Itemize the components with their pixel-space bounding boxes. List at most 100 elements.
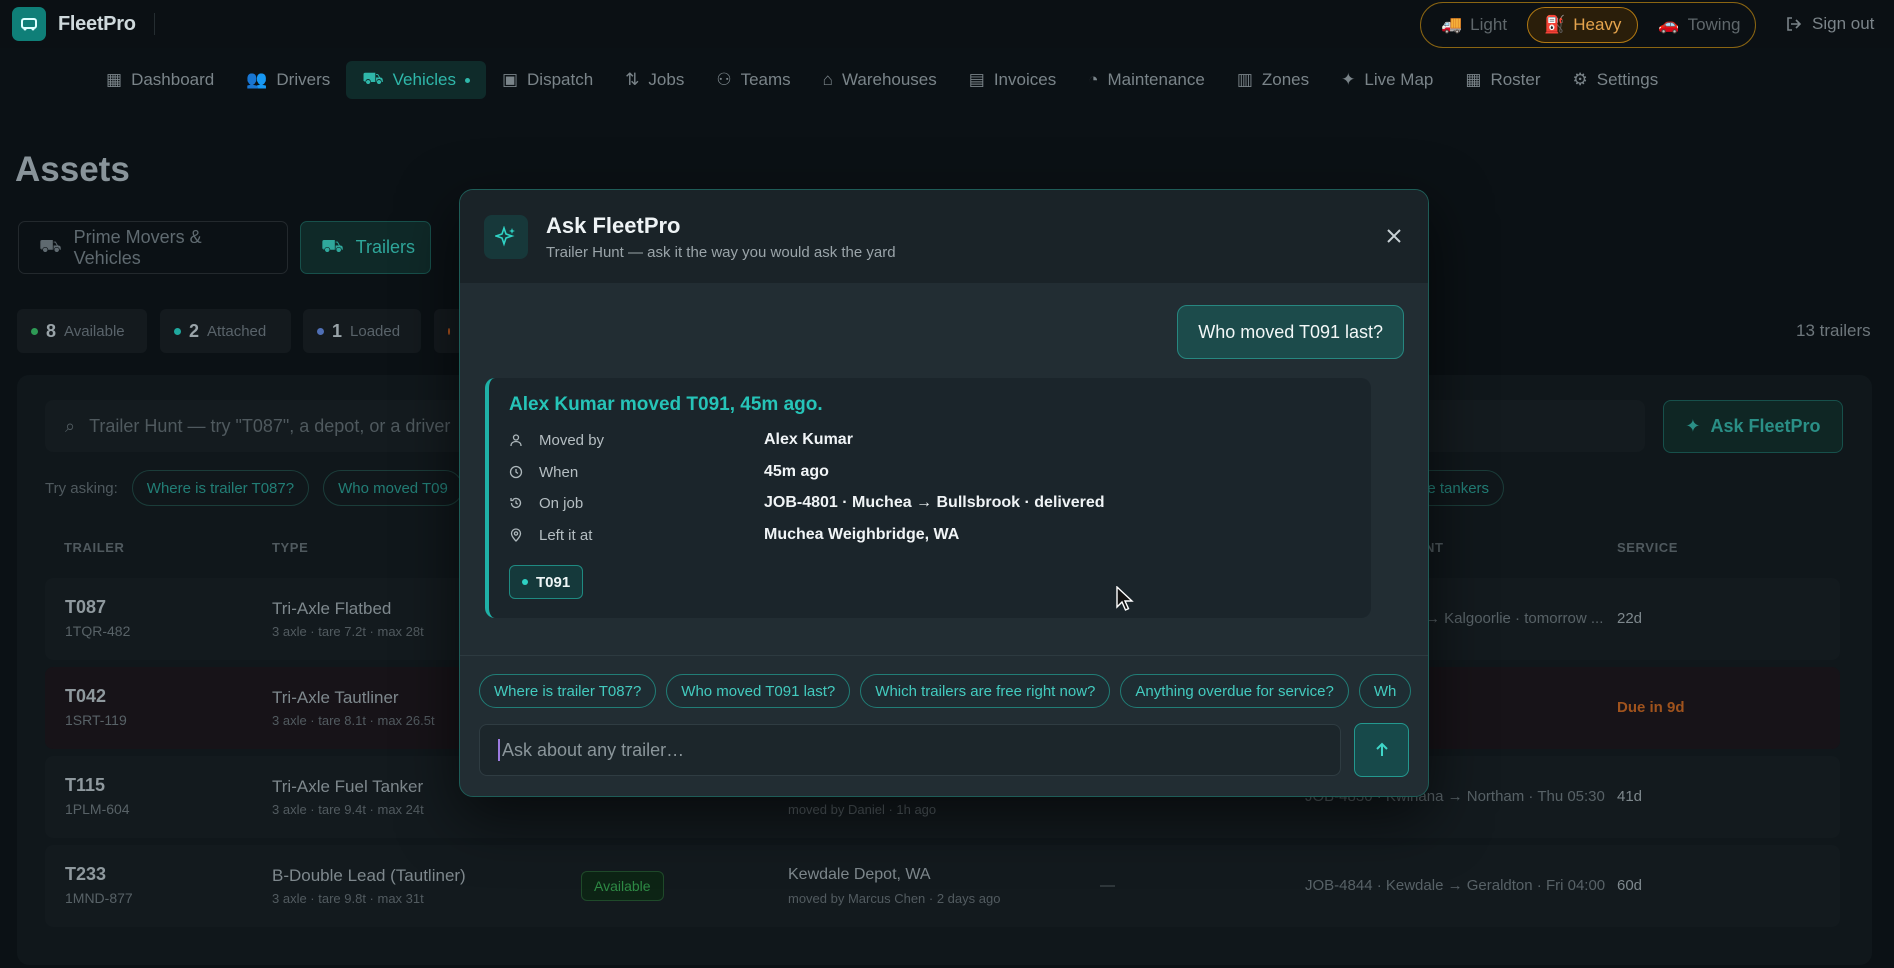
- grid-icon: ▦: [106, 70, 123, 89]
- mode-towing[interactable]: 🚗 Towing: [1642, 7, 1756, 43]
- nav-label: Live Map: [1364, 70, 1434, 89]
- suggestion-chip[interactable]: Which trailers are free right now?: [860, 674, 1111, 708]
- nav-label: Settings: [1596, 70, 1659, 89]
- nav-drivers[interactable]: 👥 Drivers: [230, 61, 346, 99]
- pin-icon: [509, 528, 525, 542]
- status-chip-available[interactable]: 8 Available: [17, 309, 147, 353]
- nav-vehicles[interactable]: ⛟ Vehicles: [346, 61, 486, 99]
- dialog-divider: [460, 655, 1428, 656]
- nav-label: Maintenance: [1107, 70, 1205, 89]
- suggestion-chip[interactable]: Anything overdue for service?: [1120, 674, 1349, 708]
- suggestion-chip[interactable]: Who moved T091 last?: [666, 674, 851, 708]
- trailer-tag[interactable]: T091: [509, 565, 584, 599]
- nav-label: Vehicles: [392, 70, 456, 89]
- service-due: 41d: [1617, 788, 1643, 805]
- nav-label: Jobs: [648, 70, 685, 89]
- column-header-type[interactable]: TYPE: [272, 540, 308, 555]
- status-dot: [174, 327, 181, 335]
- fact-when: When 45m ago: [509, 463, 829, 481]
- mode-towing-label: Towing: [1687, 15, 1741, 34]
- route-icon: ⇅: [625, 70, 640, 89]
- close-icon[interactable]: [1382, 224, 1406, 248]
- nav-label: Teams: [740, 70, 791, 89]
- tab-trailers[interactable]: ⛟ Trailers: [300, 221, 431, 274]
- status-badge: Available: [581, 871, 664, 901]
- person-icon: [509, 433, 525, 447]
- trailer-plate: 1TQR-482: [65, 623, 131, 639]
- service-due: 22d: [1617, 610, 1643, 627]
- nav-dispatch[interactable]: ▣ Dispatch: [486, 61, 609, 99]
- chip-label: Loaded: [350, 322, 401, 340]
- search-placeholder: Trailer Hunt — try "T087", a depot, or a…: [89, 415, 451, 436]
- text-caret: [498, 739, 500, 761]
- fuel-pump-icon: ⛽: [1544, 15, 1566, 34]
- sign-out-button[interactable]: Sign out: [1786, 14, 1874, 34]
- tab-prime-movers[interactable]: ⛟ Prime Movers & Vehicles: [18, 221, 288, 274]
- page-title: Assets: [15, 150, 130, 189]
- ask-fleetpro-button[interactable]: ✦ Ask FleetPro: [1663, 400, 1843, 453]
- try-asking-row: Try asking: Where is trailer T087? Who m…: [45, 470, 463, 506]
- ask-input[interactable]: Ask about any trailer…: [479, 724, 1341, 776]
- mode-heavy[interactable]: ⛽ Heavy: [1527, 7, 1639, 43]
- nav-warehouses[interactable]: ⌂ Warehouses: [807, 61, 953, 99]
- status-dot: [448, 327, 450, 335]
- trailer-id: T087: [65, 597, 107, 617]
- column-header-trailer[interactable]: TRAILER: [64, 540, 125, 555]
- chip-count: 8: [46, 320, 57, 341]
- logout-icon: [1787, 17, 1802, 31]
- brand-name: FleetPro: [58, 12, 136, 35]
- mode-light[interactable]: 🚚 Light: [1425, 7, 1523, 43]
- status-dot: [31, 327, 38, 335]
- vehicle-icon: ⛟: [39, 235, 62, 256]
- fleetpro-logo[interactable]: [12, 7, 46, 41]
- calendar-icon: ▦: [1465, 70, 1482, 89]
- dialog-subtitle: Trailer Hunt — ask it the way you would …: [546, 243, 896, 261]
- search-icon: ⌕: [65, 415, 76, 436]
- fact-key: Left it at: [539, 526, 593, 544]
- suggestion-chip[interactable]: Wh: [1358, 674, 1411, 708]
- try-chip[interactable]: Who moved T09: [323, 470, 463, 506]
- try-chip[interactable]: Where is trailer T087?: [131, 470, 310, 506]
- nav-roster[interactable]: ▦ Roster: [1449, 61, 1556, 99]
- column-header-service[interactable]: SERVICE: [1617, 540, 1678, 555]
- nav-label: Warehouses: [841, 70, 937, 89]
- trailer-spec: 3 axle · tare 8.1t · max 26.5t: [272, 713, 435, 728]
- nav-label: Invoices: [993, 70, 1057, 89]
- nav-maintenance[interactable]: ◔ Maintenance: [1072, 61, 1221, 99]
- location-sub: moved by Daniel · 1h ago: [788, 802, 937, 817]
- fact-key: When: [539, 463, 579, 481]
- package-icon: ▣: [501, 70, 519, 89]
- trailer-spec: 3 axle · tare 7.2t · max 28t: [272, 624, 424, 639]
- trailer-plate: 1PLM-604: [65, 801, 130, 817]
- trailer-plate: 1MND-877: [65, 890, 133, 906]
- trailer-tag-label: T091: [536, 573, 571, 591]
- nav-dashboard[interactable]: ▦ Dashboard: [90, 61, 230, 99]
- ask-button-label: Ask FleetPro: [1710, 416, 1821, 436]
- fact-key: Moved by: [539, 431, 605, 449]
- tab-label: Trailers: [355, 237, 415, 257]
- status-chip-loaded[interactable]: 1 Loaded: [303, 309, 421, 353]
- fact-left-at: Left it at Muchea Weighbridge, WA: [509, 526, 959, 544]
- status-chip-attached[interactable]: 2 Attached: [160, 309, 291, 353]
- trailer-spec: 3 axle · tare 9.8t · max 31t: [272, 891, 424, 906]
- nav-zones[interactable]: ▥ Zones: [1221, 61, 1325, 99]
- nav-teams[interactable]: ⚇ Teams: [700, 61, 806, 99]
- history-icon: [509, 496, 525, 510]
- team-icon: ⚇: [716, 70, 732, 89]
- nav-settings[interactable]: ⚙ Settings: [1557, 61, 1675, 99]
- nav-invoices[interactable]: ▤ Invoices: [953, 61, 1072, 99]
- suggestion-chip[interactable]: Where is trailer T087?: [479, 674, 657, 708]
- table-row[interactable]: T233 1MND-877 B-Double Lead (Tautliner) …: [45, 845, 1840, 927]
- nav-label: Roster: [1490, 70, 1541, 89]
- sparkle-icon: [484, 214, 528, 259]
- tab-label: Prime Movers & Vehicles: [73, 226, 202, 268]
- send-button[interactable]: [1354, 723, 1409, 777]
- service-due: 60d: [1617, 877, 1643, 894]
- nav-jobs[interactable]: ⇅ Jobs: [609, 61, 700, 99]
- nav-live-map[interactable]: ✦ Live Map: [1325, 61, 1449, 99]
- trailer-id: T042: [65, 686, 107, 706]
- nav-label: Drivers: [276, 70, 331, 89]
- warehouse-icon: ⌂: [822, 70, 833, 89]
- fact-value: Muchea Weighbridge, WA: [764, 526, 960, 543]
- satellite-icon: ✦: [1341, 70, 1356, 89]
